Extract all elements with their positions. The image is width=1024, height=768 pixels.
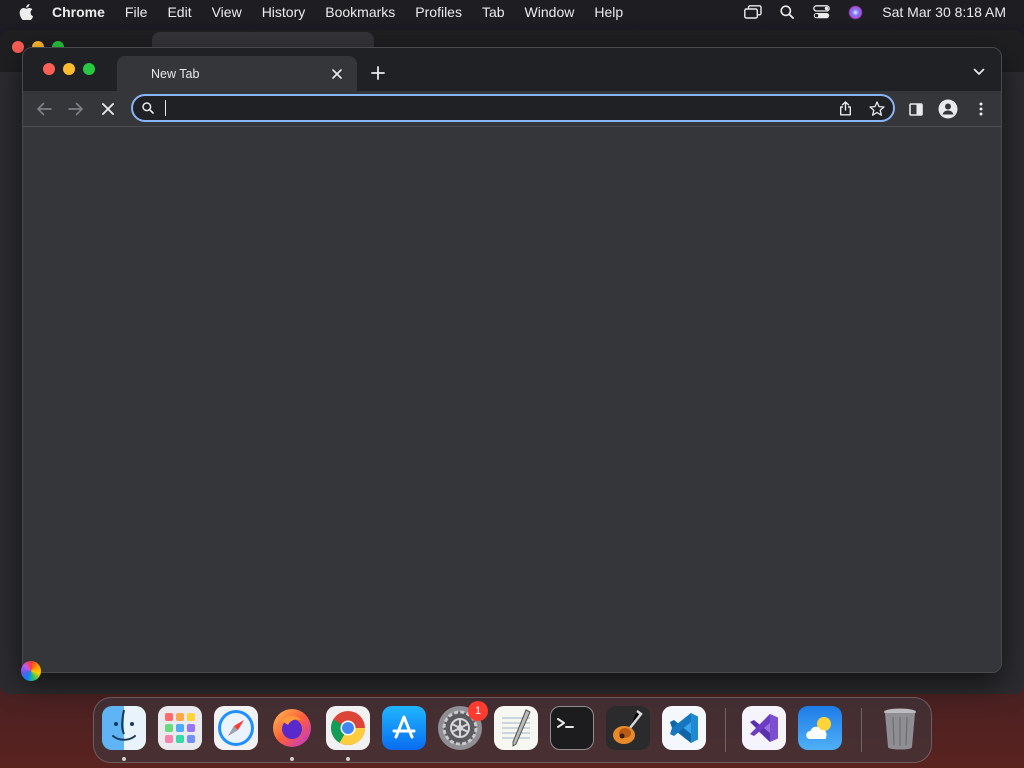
finder-icon[interactable]	[102, 706, 146, 750]
visual-studio-icon[interactable]	[742, 706, 786, 750]
menu-help[interactable]: Help	[584, 4, 633, 20]
garageband-icon[interactable]	[606, 706, 650, 750]
trash-icon[interactable]	[878, 706, 922, 750]
menu-profiles[interactable]: Profiles	[405, 4, 472, 20]
back-arrow-icon[interactable]	[32, 97, 56, 121]
weather-icon[interactable]	[798, 706, 842, 750]
menu-bar: Chrome File Edit View History Bookmarks …	[0, 0, 1024, 24]
more-options-kebab-icon[interactable]	[969, 97, 993, 121]
system-preferences-badge: 1	[468, 701, 488, 721]
address-bar[interactable]	[131, 94, 895, 122]
menu-window[interactable]: Window	[515, 4, 585, 20]
maximize-window-button[interactable]	[83, 63, 95, 75]
chrome-window: New Tab	[22, 47, 1002, 673]
tab-strip: New Tab	[23, 48, 1001, 91]
search-icon	[133, 102, 163, 114]
page-content-area[interactable]	[23, 127, 1001, 672]
bookmark-star-icon[interactable]	[861, 100, 893, 116]
tab-new-tab[interactable]: New Tab	[117, 56, 357, 91]
menu-bookmarks[interactable]: Bookmarks	[315, 4, 405, 20]
window-controls	[43, 63, 95, 75]
safari-icon[interactable]	[214, 706, 258, 750]
minimize-window-button[interactable]	[63, 63, 75, 75]
dock-separator	[725, 708, 726, 752]
apple-menu-icon[interactable]	[0, 4, 52, 20]
spotlight-search-icon[interactable]	[770, 5, 804, 19]
menu-tab[interactable]: Tab	[472, 4, 515, 20]
menu-app-name[interactable]: Chrome	[52, 4, 115, 20]
chrome-running-indicator	[346, 757, 350, 761]
chrome-icon[interactable]	[326, 706, 370, 750]
tab-title: New Tab	[151, 66, 200, 81]
share-icon[interactable]	[829, 100, 861, 116]
dock	[93, 697, 932, 763]
color-wheel-icon	[21, 661, 41, 681]
close-tab-icon[interactable]	[327, 64, 347, 84]
finder-running-indicator	[122, 757, 126, 761]
new-tab-button[interactable]	[367, 62, 389, 84]
launchpad-icon[interactable]	[158, 706, 202, 750]
firefox-icon[interactable]	[270, 706, 314, 750]
screen-mirroring-icon[interactable]	[736, 5, 770, 19]
vscode-icon[interactable]	[662, 706, 706, 750]
address-input[interactable]	[166, 96, 829, 120]
textedit-icon[interactable]	[494, 706, 538, 750]
forward-arrow-icon[interactable]	[64, 97, 88, 121]
menu-history[interactable]: History	[252, 4, 316, 20]
app-store-icon[interactable]	[382, 706, 426, 750]
control-center-icon[interactable]	[804, 5, 838, 19]
close-window-button[interactable]	[43, 63, 55, 75]
menubar-clock[interactable]: Sat Mar 30 8:18 AM	[872, 4, 1006, 20]
terminal-icon[interactable]	[550, 706, 594, 750]
siri-icon[interactable]	[838, 5, 872, 20]
side-panel-icon[interactable]	[904, 97, 928, 121]
tab-search-chevron-down-icon[interactable]	[969, 62, 989, 82]
dock-separator-trash	[861, 708, 862, 752]
firefox-running-indicator	[290, 757, 294, 761]
profile-avatar-icon[interactable]	[936, 97, 960, 121]
browser-toolbar	[23, 91, 1001, 127]
menu-edit[interactable]: Edit	[157, 4, 201, 20]
menu-view[interactable]: View	[202, 4, 252, 20]
menu-file[interactable]: File	[115, 4, 158, 20]
stop-loading-icon[interactable]	[96, 97, 120, 121]
